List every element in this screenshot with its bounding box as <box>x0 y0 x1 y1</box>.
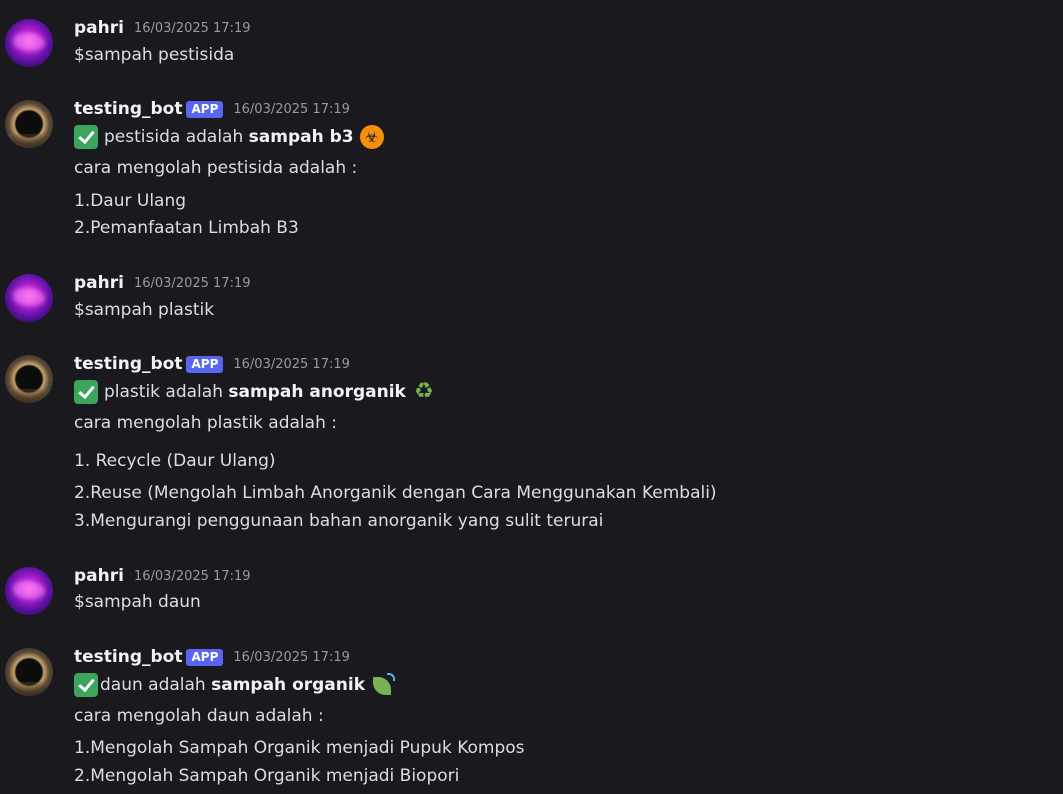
intro-text: cara mengolah daun adalah : <box>74 706 324 726</box>
result-category: sampah anorganik <box>228 382 406 402</box>
intro-text: cara mengolah pestisida adalah : <box>74 158 358 178</box>
username[interactable]: pahri <box>74 273 124 293</box>
result-prefix: plastik adalah <box>104 382 229 402</box>
result-line: pestisida adalah sampah b3 ☣ <box>74 125 384 149</box>
result-line: plastik adalah sampah anorganik ♻ <box>74 380 436 404</box>
result-prefix: pestisida adalah <box>104 127 249 147</box>
intro-text: cara mengolah plastik adalah : <box>74 413 337 433</box>
result-category: sampah organik <box>211 675 366 695</box>
biohazard-icon: ☣ <box>359 125 384 149</box>
username[interactable]: testing_bot <box>74 354 182 374</box>
message-text: $sampah pestisida <box>74 45 235 65</box>
avatar[interactable] <box>5 648 53 696</box>
username[interactable]: pahri <box>74 18 124 38</box>
timestamp: 16/03/2025 17:19 <box>133 275 251 291</box>
result-prefix: daun adalah <box>100 675 212 695</box>
list-item: 1.Daur Ulang <box>74 191 187 211</box>
app-badge: APP <box>186 100 224 118</box>
timestamp: 16/03/2025 17:19 <box>233 356 350 372</box>
check-icon <box>74 125 98 149</box>
check-icon <box>74 380 98 404</box>
list-item: 1. Recycle (Daur Ulang) <box>74 451 276 471</box>
timestamp: 16/03/2025 17:19 <box>233 649 350 665</box>
app-badge: APP <box>186 355 224 373</box>
avatar[interactable] <box>5 567 53 615</box>
list-item: 2.Reuse (Mengolah Limbah Anorganik denga… <box>74 483 717 503</box>
check-icon <box>74 673 98 697</box>
leaf-icon <box>371 673 396 697</box>
username[interactable]: testing_bot <box>74 647 182 667</box>
username[interactable]: testing_bot <box>74 99 182 119</box>
message-text: $sampah daun <box>74 592 201 612</box>
message-text: $sampah plastik <box>74 300 215 320</box>
list-item: 2.Pemanfaatan Limbah B3 <box>74 218 299 238</box>
timestamp: 16/03/2025 17:19 <box>133 20 251 36</box>
username[interactable]: pahri <box>74 566 124 586</box>
app-badge: APP <box>186 648 224 666</box>
result-category: sampah b3 <box>248 127 354 147</box>
timestamp: 16/03/2025 17:19 <box>133 568 251 584</box>
avatar[interactable] <box>5 355 53 403</box>
timestamp: 16/03/2025 17:19 <box>233 101 350 117</box>
list-item: 2.Mengolah Sampah Organik menjadi Biopor… <box>74 766 460 786</box>
avatar[interactable] <box>5 19 53 67</box>
list-item: 1.Mengolah Sampah Organik menjadi Pupuk … <box>74 738 525 758</box>
result-line: daun adalah sampah organik <box>74 673 396 697</box>
list-item: 3.Mengurangi penggunaan bahan anorganik … <box>74 511 604 531</box>
avatar[interactable] <box>5 100 53 148</box>
avatar[interactable] <box>5 274 53 322</box>
recycle-icon: ♻ <box>413 379 434 404</box>
